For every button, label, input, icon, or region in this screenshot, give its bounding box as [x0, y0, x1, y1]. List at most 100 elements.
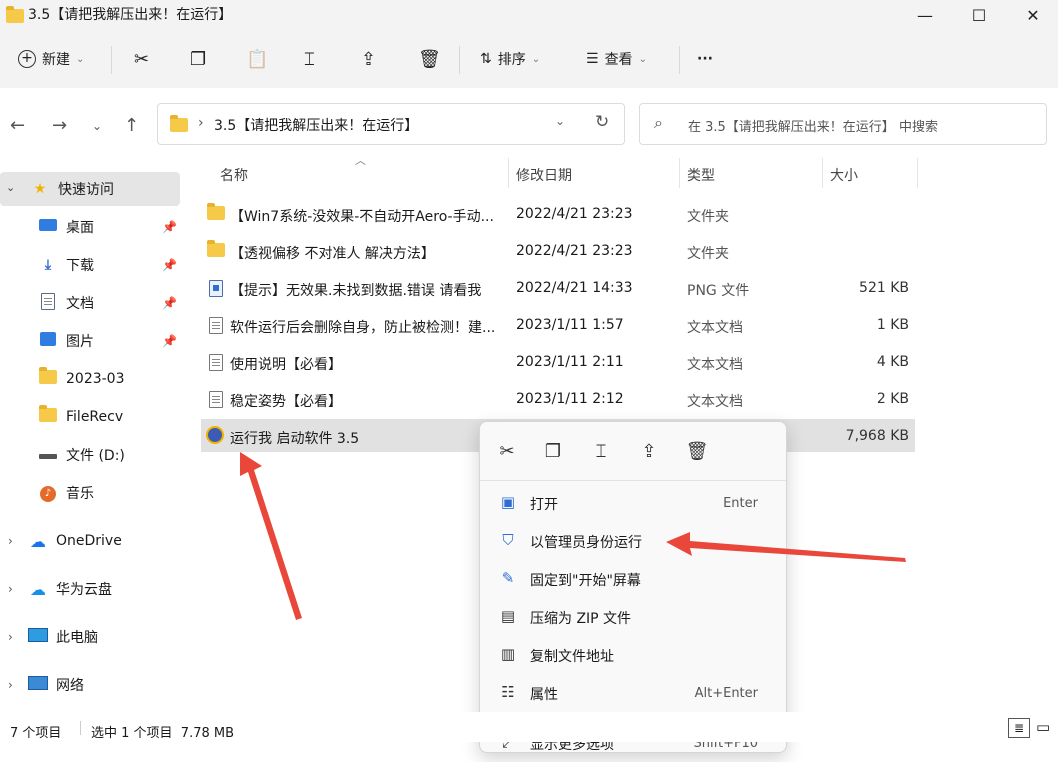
breadcrumb[interactable]: 3.5【请把我解压出来！在运行】: [214, 115, 418, 135]
column-divider[interactable]: [917, 158, 918, 188]
sort-button-label: 排序: [497, 52, 526, 68]
delete-button[interactable]: 🗑: [680, 438, 714, 464]
column-divider[interactable]: [822, 158, 823, 188]
sidebar-item-this-pc[interactable]: 此电脑: [28, 619, 210, 655]
new-button[interactable]: + 新建 ⌄: [18, 42, 84, 76]
minimize-button[interactable]: —: [900, 0, 950, 30]
sidebar-item-label: 文件 (D:): [66, 448, 125, 464]
share-button[interactable]: ⇪: [361, 42, 376, 76]
back-arrow-icon[interactable]: ←: [10, 115, 25, 136]
menu-item-properties[interactable]: ☷ 属性 Alt+Enter: [490, 674, 776, 712]
menu-item-open[interactable]: ▣ 打开 Enter: [490, 484, 776, 522]
address-dropdown-icon[interactable]: ⌄: [555, 114, 565, 128]
file-size: 2 KB: [876, 391, 909, 407]
sidebar-item-label: 华为云盘: [56, 582, 112, 598]
file-type: 文件夹: [687, 246, 729, 262]
share-button[interactable]: ⇪: [632, 438, 666, 464]
sort-button[interactable]: ⇅ 排序 ⌄: [480, 42, 540, 76]
sidebar-item-label: OneDrive: [56, 533, 122, 549]
address-bar[interactable]: › 3.5【请把我解压出来！在运行】 ⌄ ↻: [157, 103, 625, 145]
new-button-label: 新建: [42, 52, 70, 68]
title-bar: 3.5【请把我解压出来！在运行】 — ☐ ✕: [0, 0, 1058, 30]
search-input[interactable]: 在 3.5【请把我解压出来！在运行】 中搜索: [688, 116, 938, 135]
cut-button[interactable]: ✂: [134, 42, 149, 76]
sidebar-item-downloads[interactable]: ⤓ 下载 📌: [38, 247, 220, 283]
column-divider[interactable]: [679, 158, 680, 188]
add-circle-icon: +: [18, 50, 36, 68]
sidebar-item-drive-d[interactable]: 文件 (D:): [38, 437, 220, 473]
copy-button[interactable]: ❐: [190, 42, 206, 76]
column-header-name[interactable]: 名称: [220, 165, 248, 185]
delete-button[interactable]: 🗑: [418, 42, 441, 76]
sidebar-item-music[interactable]: ♪ 音乐: [38, 475, 220, 511]
more-button[interactable]: ···: [697, 42, 713, 76]
menu-item-label: 以管理员身份运行: [530, 535, 642, 551]
sidebar-item-label: 下载: [66, 258, 94, 274]
menu-item-label: 压缩为 ZIP 文件: [530, 611, 632, 627]
cut-button[interactable]: ✂: [490, 438, 524, 464]
menu-item-run-as-admin[interactable]: ⛉ 以管理员身份运行: [490, 522, 776, 560]
menu-item-label: 固定到"开始"屏幕: [530, 573, 641, 589]
expand-chevron-icon[interactable]: ›: [8, 630, 13, 644]
close-button[interactable]: ✕: [1008, 0, 1058, 30]
file-name: 运行我 启动软件 3.5: [230, 431, 360, 447]
trash-icon: 🗑: [418, 48, 441, 70]
sidebar-item-network[interactable]: 网络: [28, 667, 210, 703]
column-header-type[interactable]: 类型: [687, 165, 715, 185]
sidebar-item-desktop[interactable]: 桌面 📌: [38, 209, 220, 245]
view-button[interactable]: ☰ 查看 ⌄: [586, 42, 647, 76]
trash-icon: 🗑: [685, 440, 709, 462]
expand-chevron-icon[interactable]: ›: [8, 582, 13, 596]
maximize-button[interactable]: ☐: [954, 0, 1004, 30]
paste-button[interactable]: 📋: [246, 42, 268, 76]
recent-chevron-icon[interactable]: ⌄: [92, 119, 102, 133]
file-row[interactable]: 【透视偏移 不对准人 解决方法】 2022/4/21 23:23 文件夹: [201, 234, 915, 268]
column-header-date[interactable]: 修改日期: [516, 165, 572, 185]
expand-chevron-icon[interactable]: ⌄: [6, 181, 15, 194]
sidebar-item-label: 此电脑: [56, 630, 98, 646]
column-header-size[interactable]: 大小: [830, 165, 858, 185]
search-box[interactable]: ⌕ 在 3.5【请把我解压出来！在运行】 中搜索: [639, 103, 1047, 145]
sidebar-item-onedrive[interactable]: ☁ OneDrive: [28, 523, 210, 559]
copy-button[interactable]: ❐: [536, 438, 570, 464]
toolbar-divider: [679, 46, 680, 74]
file-type: PNG 文件: [687, 283, 750, 299]
chevron-down-icon: ⌄: [531, 53, 541, 65]
view-button-label: 查看: [604, 52, 633, 68]
rename-button[interactable]: ⌶: [304, 42, 315, 76]
copy-path-icon: ▥: [500, 645, 516, 663]
text-file-icon: [209, 391, 223, 412]
file-row[interactable]: 软件运行后会删除自身，防止被检测！建... 2023/1/11 1:57 文本文…: [201, 308, 915, 342]
folder-icon: [170, 115, 188, 132]
menu-item-copy-path[interactable]: ▥ 复制文件地址: [490, 636, 776, 674]
rename-button[interactable]: ⌶: [584, 438, 618, 464]
menu-item-pin-to-start[interactable]: ✎ 固定到"开始"屏幕: [490, 560, 776, 598]
cloud-icon: ☁: [30, 579, 46, 599]
computer-icon: [28, 628, 48, 646]
file-type: 文本文档: [687, 394, 743, 410]
refresh-icon[interactable]: ↻: [595, 112, 609, 132]
forward-arrow-icon[interactable]: →: [52, 115, 67, 136]
file-row[interactable]: 【Win7系统-没效果-不自动开Aero-手动... 2022/4/21 23:…: [201, 197, 915, 231]
sidebar-item-filerecv[interactable]: FileRecv: [38, 399, 220, 435]
menu-item-compress-zip[interactable]: ▤ 压缩为 ZIP 文件: [490, 598, 776, 636]
file-row[interactable]: 稳定姿势【必看】 2023/1/11 2:12 文本文档 2 KB: [201, 382, 915, 416]
column-divider[interactable]: [508, 158, 509, 188]
details-view-icon[interactable]: ≣: [1008, 718, 1030, 738]
sidebar-item-quick-access[interactable]: ★ 快速访问: [30, 171, 212, 207]
file-row[interactable]: 【提示】无效果.未找到数据.错误 请看我 2022/4/21 14:33 PNG…: [201, 271, 915, 305]
sidebar-item-huawei-cloud[interactable]: ☁ 华为云盘: [28, 571, 210, 607]
file-row[interactable]: 使用说明【必看】 2023/1/11 2:11 文本文档 4 KB: [201, 345, 915, 379]
up-arrow-icon[interactable]: ↑: [124, 115, 139, 136]
pin-icon: ✎: [501, 569, 515, 587]
sidebar-item-2023-03[interactable]: 2023-03: [38, 361, 220, 397]
expand-chevron-icon[interactable]: ›: [8, 534, 13, 548]
sidebar-item-label: 快速访问: [58, 182, 114, 198]
file-date: 2022/4/21 23:23: [516, 243, 633, 259]
scissors-icon: ✂: [134, 48, 150, 70]
expand-chevron-icon[interactable]: ›: [8, 678, 13, 692]
sidebar-item-pictures[interactable]: 图片 📌: [38, 323, 220, 359]
tiles-view-icon[interactable]: ▭: [1036, 718, 1050, 736]
sidebar-item-documents[interactable]: 文档 📌: [38, 285, 220, 321]
copy-icon: ❐: [190, 48, 207, 70]
